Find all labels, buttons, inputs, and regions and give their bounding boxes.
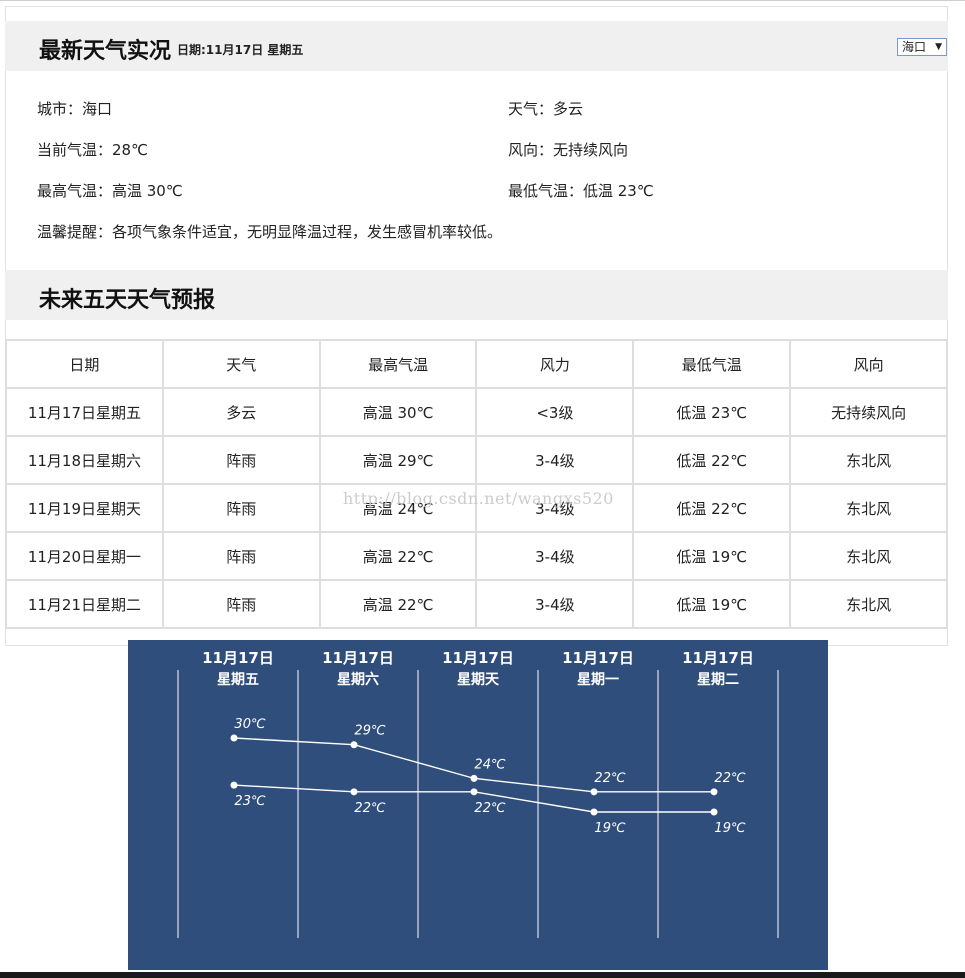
table-row: 11月20日星期一 阵雨 高温 22℃ 3-4级 低温 19℃ 东北风: [5, 531, 948, 581]
table-cell: 低温 19℃: [632, 579, 792, 629]
high-temp-point: [230, 734, 238, 742]
table-cell: 阵雨: [161, 483, 321, 533]
table-header-cell: 风力: [475, 339, 635, 389]
low-temp-label: 22℃: [354, 801, 386, 816]
high-temp-label: 24℃: [474, 757, 506, 772]
info-high-temp: 最高气温：高温 30℃: [37, 182, 183, 200]
chart-date-label: 11月17日: [202, 649, 274, 667]
table-cell: 阵雨: [161, 579, 321, 629]
table-cell: 高温 30℃: [318, 387, 478, 437]
table-cell: 高温 29℃: [318, 435, 478, 485]
chart-date-label: 11月17日: [682, 649, 754, 667]
high-temp-point: [470, 774, 478, 782]
table-row: 11月18日星期六 阵雨 高温 29℃ 3-4级 低温 22℃ 东北风: [5, 435, 948, 485]
low-temp-label: 23℃: [234, 794, 266, 809]
forecast-header: 未来五天天气预报: [5, 270, 948, 320]
low-temp-label: 19℃: [714, 821, 746, 836]
high-temp-label: 29℃: [354, 724, 386, 739]
table-cell: 东北风: [789, 483, 948, 533]
high-temp-label: 22℃: [594, 771, 626, 786]
table-cell: 11月20日星期一: [5, 531, 164, 581]
table-header-row: 日期 天气 最高气温 风力 最低气温 风向: [5, 339, 948, 389]
table-header-cell: 风向: [789, 339, 948, 389]
table-cell: 高温 22℃: [318, 531, 478, 581]
table-cell: 低温 22℃: [632, 435, 792, 485]
info-tip: 温馨提醒：各项气象条件适宜，无明显降温过程，发生感冒机率较低。: [37, 223, 503, 241]
chart-day-label: 星期五: [217, 672, 259, 688]
table-row: 11月21日星期二 阵雨 高温 22℃ 3-4级 低温 19℃ 东北风: [5, 579, 948, 629]
chart-day-label: 星期一: [577, 672, 619, 688]
low-temp-point: [470, 788, 478, 796]
info-city: 城市：海口: [37, 100, 113, 118]
table-cell: 无持续风向: [789, 387, 948, 437]
dropdown-arrow-icon: ▼: [935, 42, 942, 52]
table-cell: 东北风: [789, 579, 948, 629]
chart-day-label: 星期六: [337, 671, 379, 688]
table-cell: 东北风: [789, 531, 948, 581]
info-current-temp: 当前气温：28℃: [37, 141, 148, 159]
info-low-temp: 最低气温：低温 23℃: [508, 182, 654, 200]
temperature-chart-svg: 11月17日星期五11月17日星期六11月17日星期天11月17日星期一11月1…: [177, 649, 779, 938]
table-cell: 11月17日星期五: [5, 387, 164, 437]
table-cell: 高温 22℃: [318, 579, 478, 629]
chart-date-label: 11月17日: [442, 649, 514, 667]
current-weather-title: 最新天气实况: [39, 39, 172, 64]
table-cell: 低温 23℃: [632, 387, 792, 437]
table-cell: 11月18日星期六: [5, 435, 164, 485]
info-wind-direction: 风向：无持续风向: [508, 141, 629, 159]
chart-date-label: 11月17日: [562, 649, 634, 667]
table-header-cell: 最高气温: [318, 339, 478, 389]
forecast-table: 日期 天气 最高气温 风力 最低气温 风向 11月17日星期五 多云 高温 30…: [5, 339, 948, 629]
table-cell: 阵雨: [161, 435, 321, 485]
table-cell: <3级: [475, 387, 635, 437]
table-cell: 3-4级: [475, 435, 635, 485]
top-border: [0, 0, 965, 1]
low-temp-point: [710, 808, 718, 816]
temperature-chart: 11月17日 星期五 11月17日 星期六 11月17日 星期天 11月17日 星期一 11月1…: [128, 640, 828, 970]
high-temp-point: [350, 741, 358, 749]
table-cell: 11月19日星期天: [5, 483, 164, 533]
table-cell: 阵雨: [161, 531, 321, 581]
current-date: 日期:11月17日 星期五: [177, 43, 304, 57]
low-temp-point: [350, 788, 358, 796]
table-header-cell: 日期: [5, 339, 164, 389]
table-row: 11月17日星期五 多云 高温 30℃ <3级 低温 23℃ 无持续风向: [5, 387, 948, 437]
table-cell: 3-4级: [475, 531, 635, 581]
table-cell: 东北风: [789, 435, 948, 485]
low-temp-label: 19℃: [594, 821, 626, 836]
city-select-value: 海口: [902, 40, 927, 54]
chart-day-label: 星期二: [697, 672, 739, 688]
high-temp-point: [590, 788, 598, 796]
forecast-title: 未来五天天气预报: [39, 288, 216, 313]
table-cell: 3-4级: [475, 579, 635, 629]
table-cell: 低温 22℃: [632, 483, 792, 533]
table-cell: 11月21日星期二: [5, 579, 164, 629]
low-temp-point: [230, 781, 238, 789]
chart-date-label: 11月17日: [322, 649, 394, 667]
table-header-cell: 天气: [161, 339, 321, 389]
table-cell: 低温 19℃: [632, 531, 792, 581]
watermark-text: http://blog.csdn.net/wangxs520: [343, 489, 614, 508]
info-weather: 天气：多云: [508, 100, 584, 118]
city-select[interactable]: 海口 ▼: [897, 38, 947, 56]
high-temp-label: 30℃: [234, 717, 266, 732]
current-weather-header: 最新天气实况 日期:11月17日 星期五: [5, 21, 948, 71]
low-temp-label: 22℃: [474, 801, 506, 816]
table-header-cell: 最低气温: [632, 339, 792, 389]
table-cell: 多云: [161, 387, 321, 437]
high-temp-label: 22℃: [714, 771, 746, 786]
chart-day-label: 星期天: [457, 672, 500, 688]
high-temp-point: [710, 788, 718, 796]
low-temp-point: [590, 808, 598, 816]
bottom-bar: [0, 972, 965, 978]
